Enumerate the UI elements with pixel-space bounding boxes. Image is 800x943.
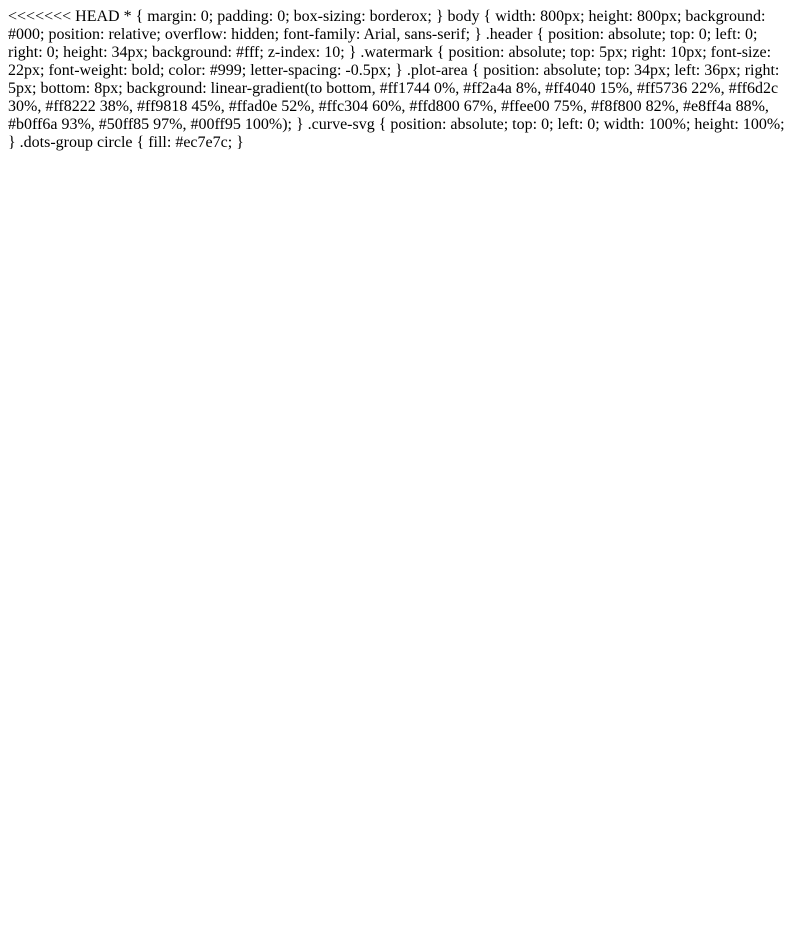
bottleneck-curve [8, 152, 792, 935]
watermark-text [8, 152, 792, 935]
header-bar: const data = parse(document.getElementBy… [8, 152, 792, 935]
